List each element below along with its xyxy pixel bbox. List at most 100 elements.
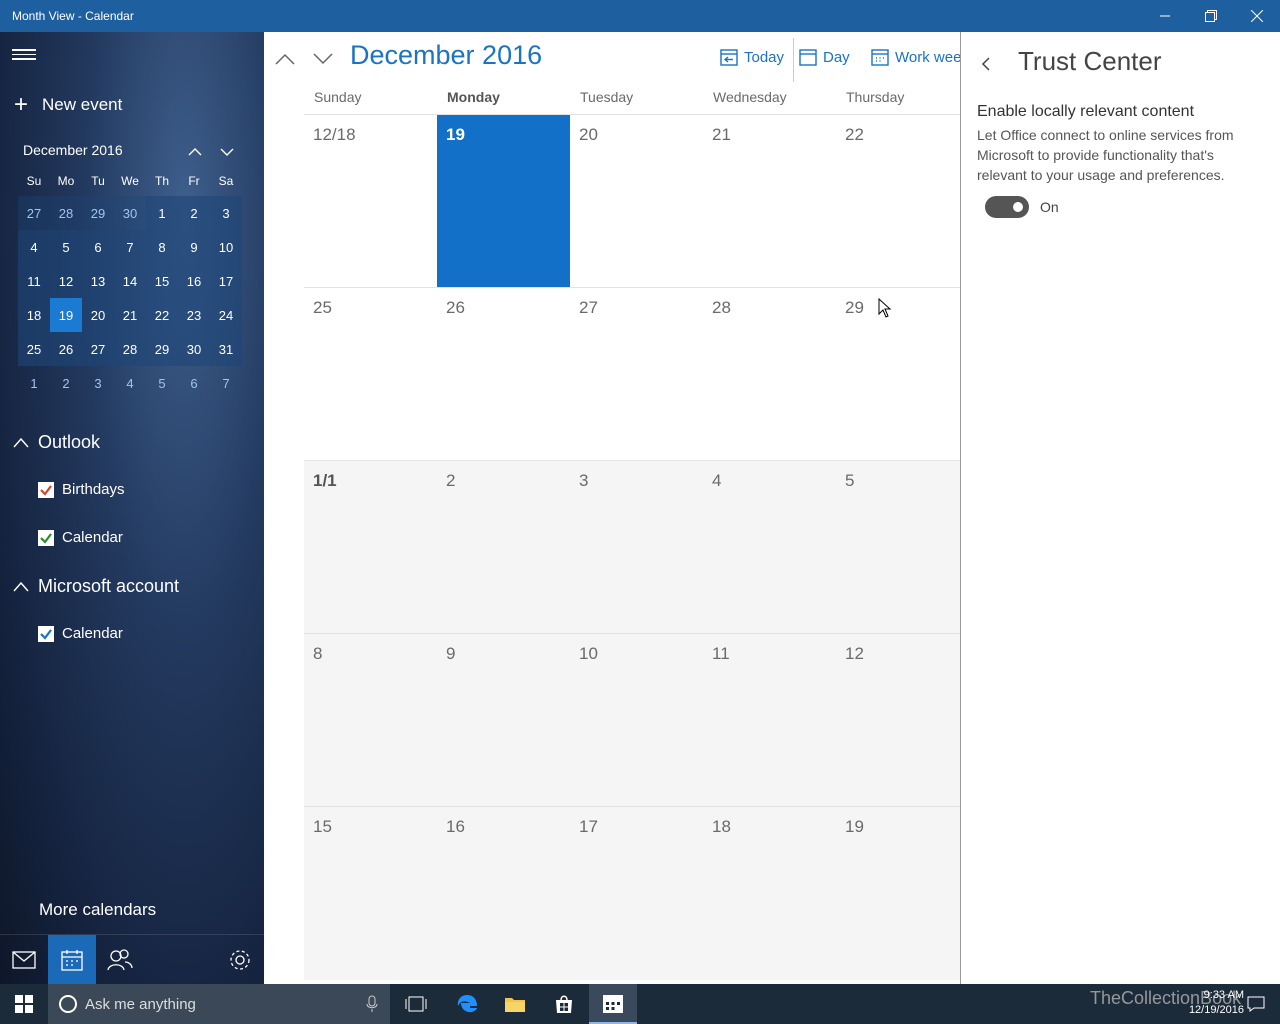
people-icon[interactable] (96, 935, 144, 984)
mini-day[interactable]: 7 (114, 230, 146, 264)
mini-day[interactable]: 30 (114, 196, 146, 230)
day-cell[interactable]: 16 (437, 807, 570, 980)
calendar-item-outlook-calendar[interactable]: Calendar (38, 529, 123, 546)
checkbox-checked-icon[interactable] (38, 625, 54, 642)
new-event-button[interactable]: + New event (14, 90, 122, 120)
mini-day[interactable]: 5 (50, 230, 82, 264)
mini-day[interactable]: 29 (146, 332, 178, 366)
mini-day[interactable]: 9 (178, 230, 210, 264)
mini-day[interactable]: 17 (210, 264, 242, 298)
calendar-taskbar-icon[interactable] (589, 984, 637, 1024)
group-microsoft-account[interactable]: Microsoft account (12, 576, 179, 597)
mini-day[interactable]: 22 (146, 298, 178, 332)
checkbox-checked-icon[interactable] (38, 529, 54, 546)
mini-day[interactable]: 6 (82, 230, 114, 264)
day-cell[interactable]: 4 (703, 461, 836, 634)
locally-relevant-content-toggle[interactable] (985, 196, 1029, 218)
mini-day[interactable]: 1 (146, 196, 178, 230)
day-cell[interactable]: 29 (836, 288, 960, 461)
day-cell[interactable]: 20 (570, 115, 703, 288)
group-outlook[interactable]: Outlook (12, 432, 100, 453)
day-cell[interactable]: 18 (703, 807, 836, 980)
settings-gear-icon[interactable] (216, 935, 264, 984)
mini-day[interactable]: 11 (18, 264, 50, 298)
store-icon[interactable] (540, 984, 588, 1024)
mini-day[interactable]: 1 (18, 366, 50, 400)
edge-browser-icon[interactable] (443, 984, 491, 1024)
mini-day[interactable]: 12 (50, 264, 82, 298)
day-cell[interactable]: 21 (703, 115, 836, 288)
mini-day[interactable]: 24 (210, 298, 242, 332)
mini-day[interactable]: 14 (114, 264, 146, 298)
restore-button[interactable] (1188, 0, 1234, 32)
day-cell[interactable]: 26 (437, 288, 570, 461)
day-cell[interactable]: 10 (570, 634, 703, 807)
mini-day[interactable]: 7 (210, 366, 242, 400)
day-cell[interactable]: 15 (304, 807, 437, 980)
mini-day[interactable]: 27 (82, 332, 114, 366)
day-cell[interactable]: 25 (304, 288, 437, 461)
cortana-search-box[interactable]: Ask me anything (48, 984, 390, 1024)
mini-day[interactable]: 3 (82, 366, 114, 400)
back-arrow-icon[interactable] (981, 52, 997, 76)
day-cell[interactable]: 22 (836, 115, 960, 288)
mini-day[interactable]: 2 (50, 366, 82, 400)
day-cell[interactable]: 9 (437, 634, 570, 807)
day-cell[interactable]: 12 (836, 634, 960, 807)
mini-day[interactable]: 28 (114, 332, 146, 366)
day-cell[interactable]: 2 (437, 461, 570, 634)
minimize-button[interactable] (1142, 0, 1188, 32)
mini-day[interactable]: 27 (18, 196, 50, 230)
month-title[interactable]: December 2016 (350, 40, 542, 71)
windows-start-icon[interactable] (0, 984, 48, 1024)
mini-prev-month-button[interactable] (185, 142, 207, 162)
work-week-view-button[interactable]: Work week (871, 48, 960, 66)
more-calendars-link[interactable]: More calendars (39, 900, 156, 920)
calendar-item-ms-calendar[interactable]: Calendar (38, 625, 123, 642)
previous-month-button[interactable] (270, 46, 300, 72)
calendar-app-icon[interactable] (48, 935, 96, 984)
mini-day[interactable]: 29 (82, 196, 114, 230)
mini-day-today[interactable]: 19 (50, 298, 82, 332)
mini-day[interactable]: 10 (210, 230, 242, 264)
mail-icon[interactable] (0, 935, 48, 984)
day-view-button[interactable]: Day (799, 48, 850, 66)
task-view-icon[interactable] (392, 984, 440, 1024)
day-cell[interactable]: 28 (703, 288, 836, 461)
file-explorer-icon[interactable] (491, 984, 539, 1024)
mini-day[interactable]: 23 (178, 298, 210, 332)
day-cell[interactable]: 17 (570, 807, 703, 980)
today-button[interactable]: Today (720, 48, 784, 66)
mini-day[interactable]: 26 (50, 332, 82, 366)
mini-day[interactable]: 8 (146, 230, 178, 264)
mini-day[interactable]: 13 (82, 264, 114, 298)
day-cell[interactable]: 11 (703, 634, 836, 807)
mini-day[interactable]: 4 (114, 366, 146, 400)
mini-day[interactable]: 30 (178, 332, 210, 366)
mini-day[interactable]: 2 (178, 196, 210, 230)
mini-next-month-button[interactable] (217, 142, 239, 162)
day-cell-today[interactable]: 19 (437, 115, 570, 288)
mini-day[interactable]: 18 (18, 298, 50, 332)
day-cell[interactable]: 5 (836, 461, 960, 634)
mini-day[interactable]: 21 (114, 298, 146, 332)
mini-day[interactable]: 15 (146, 264, 178, 298)
next-month-button[interactable] (308, 46, 338, 72)
mini-day[interactable]: 3 (210, 196, 242, 230)
mini-day[interactable]: 6 (178, 366, 210, 400)
mini-day[interactable]: 31 (210, 332, 242, 366)
checkbox-checked-icon[interactable] (38, 481, 54, 498)
hamburger-menu-icon[interactable] (12, 46, 36, 64)
mini-day[interactable]: 20 (82, 298, 114, 332)
calendar-item-birthdays[interactable]: Birthdays (38, 481, 125, 498)
mini-day[interactable]: 4 (18, 230, 50, 264)
day-cell[interactable]: 19 (836, 807, 960, 980)
close-button[interactable] (1234, 0, 1280, 32)
mini-day[interactable]: 16 (178, 264, 210, 298)
mini-day[interactable]: 25 (18, 332, 50, 366)
day-cell[interactable]: 27 (570, 288, 703, 461)
day-cell[interactable]: 12/18 (304, 115, 437, 288)
mini-day[interactable]: 28 (50, 196, 82, 230)
mini-day[interactable]: 5 (146, 366, 178, 400)
day-cell[interactable]: 1/1 (304, 461, 437, 634)
